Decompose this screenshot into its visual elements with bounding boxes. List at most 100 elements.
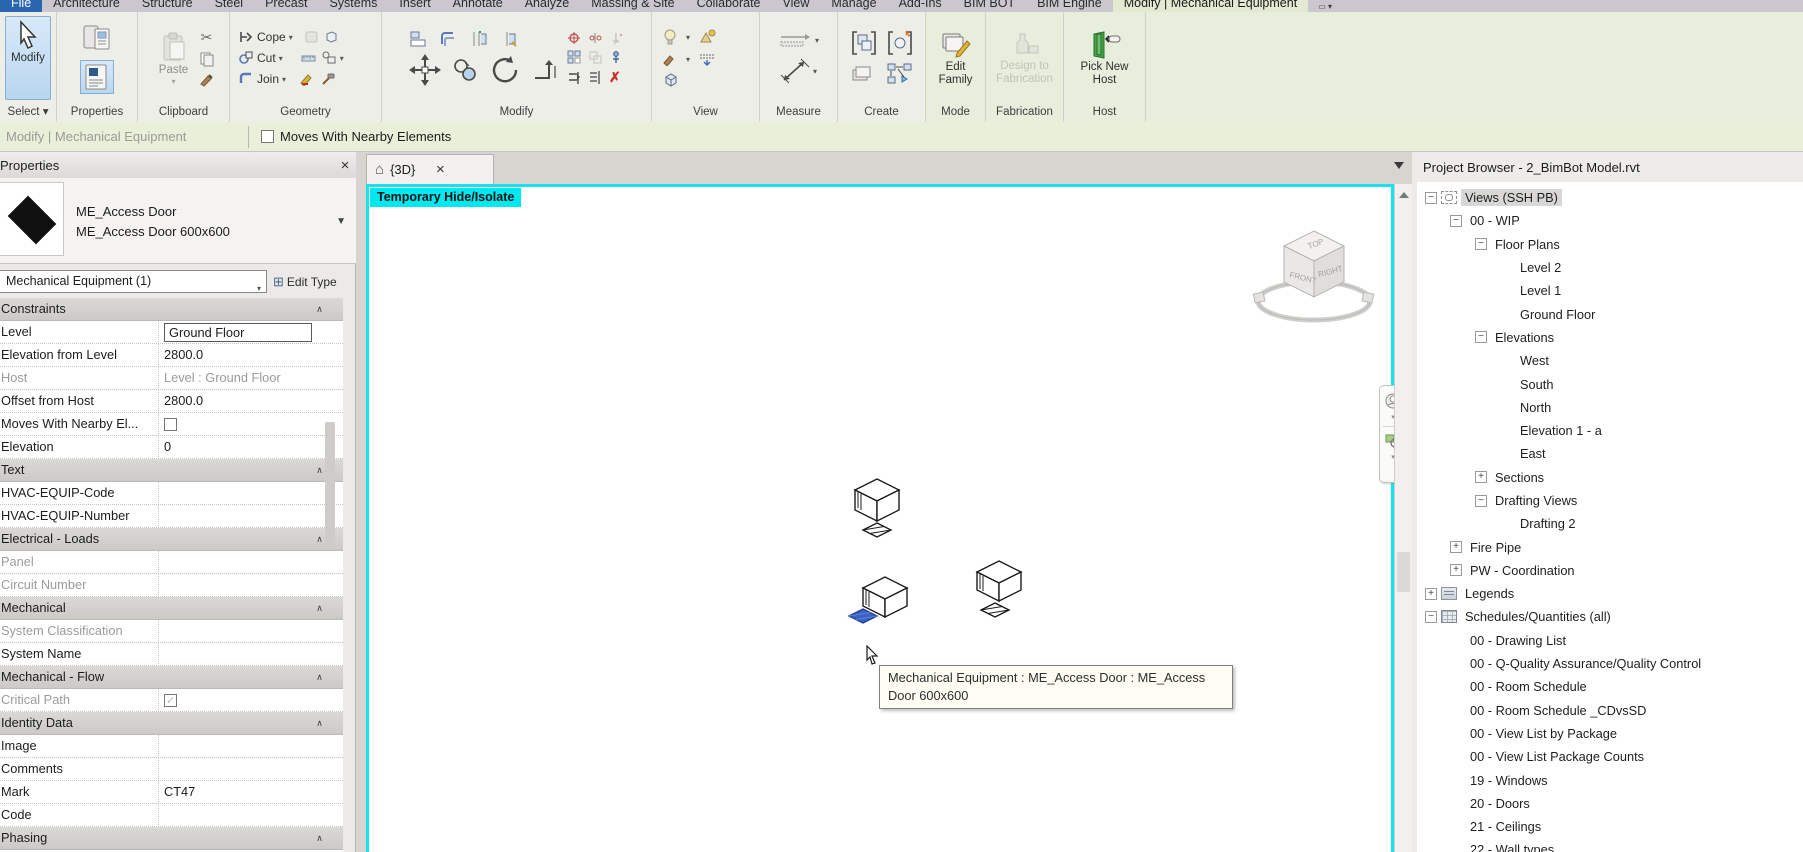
property-row[interactable]: Comments: [0, 757, 343, 781]
property-row[interactable]: System Name: [0, 642, 343, 666]
moves-with-nearby-checkbox[interactable]: [261, 130, 274, 143]
join-button[interactable]: Join: [257, 72, 279, 86]
property-row[interactable]: Identity Data ∧: [0, 712, 343, 735]
tree-item[interactable]: 00 - View List Package Counts: [1417, 745, 1803, 768]
cut-scissors-icon[interactable]: ✂: [199, 29, 215, 46]
property-row[interactable]: Level Ground Floor: [0, 320, 343, 344]
tree-item[interactable]: 00 - Room Schedule: [1417, 675, 1803, 698]
pin-icon[interactable]: [609, 50, 624, 65]
project-browser-title[interactable]: Project Browser - 2_BimBot Model.rvt: [1417, 152, 1803, 182]
viewport-3d[interactable]: Temporary Hide/Isolate TOP FRONT RIGHT ▾: [366, 184, 1407, 852]
tree-item-label[interactable]: Views (SSH PB): [1461, 189, 1562, 207]
align-icon[interactable]: [409, 30, 429, 48]
tree-item-label[interactable]: Level 1: [1516, 282, 1565, 299]
property-row[interactable]: HVAC-EQUIP-Code: [0, 481, 343, 505]
ribbon-tab[interactable]: Structure: [131, 0, 204, 12]
tree-item[interactable]: Level 1: [1417, 279, 1803, 302]
property-value[interactable]: [159, 551, 320, 574]
geometry-extra-caret[interactable]: ▾: [340, 54, 344, 63]
tree-item-label[interactable]: Drafting Views: [1491, 492, 1581, 509]
property-value[interactable]: [159, 620, 320, 643]
tree-item-label[interactable]: 00 - View List Package Counts: [1466, 748, 1648, 765]
section-collapse-chevron[interactable]: ∧: [296, 718, 343, 729]
tree-item[interactable]: + Sections: [1417, 466, 1803, 489]
tree-item-label[interactable]: 00 - View List by Package: [1466, 725, 1621, 742]
type-selector-caret[interactable]: ▼: [336, 216, 346, 227]
property-value[interactable]: 2800.0: [159, 390, 320, 413]
tree-item-label[interactable]: 00 - WIP: [1466, 212, 1524, 229]
view-tab-close-icon[interactable]: ×: [429, 161, 451, 178]
tree-item-label[interactable]: 21 - Ceilings: [1466, 818, 1545, 835]
tree-item[interactable]: 00 - Q-Quality Assurance/Quality Control: [1417, 652, 1803, 675]
override-graphics-icon[interactable]: [698, 52, 716, 66]
tree-expander-icon[interactable]: −: [1425, 610, 1437, 623]
mechanical-equipment-2[interactable]: [973, 559, 1025, 621]
tree-item-label[interactable]: PW - Coordination: [1466, 562, 1579, 579]
tree-expander-icon[interactable]: +: [1450, 564, 1462, 577]
ribbon-tab[interactable]: Precast: [254, 0, 318, 12]
tree-expander-icon[interactable]: +: [1450, 541, 1462, 554]
ribbon-tab[interactable]: View: [772, 0, 821, 12]
dimension-icon[interactable]: [780, 58, 810, 84]
tree-item[interactable]: 00 - Room Schedule _CDvsSD: [1417, 699, 1803, 722]
panel-label-modify[interactable]: Modify: [382, 104, 651, 122]
section-collapse-chevron[interactable]: ∧: [296, 304, 343, 315]
linework-brush-icon[interactable]: [662, 52, 678, 66]
cut-caret[interactable]: ▾: [279, 54, 283, 63]
section-collapse-chevron[interactable]: ∧: [296, 672, 343, 683]
tree-expander-icon[interactable]: +: [1425, 587, 1437, 600]
property-row[interactable]: Phasing ∧: [0, 827, 343, 850]
properties-palette-icon[interactable]: [81, 23, 113, 55]
tree-item[interactable]: 19 - Windows: [1417, 768, 1803, 791]
property-value[interactable]: [159, 643, 320, 666]
reveal-constraints-icon[interactable]: [698, 29, 716, 45]
tree-item[interactable]: 00 - Drawing List: [1417, 629, 1803, 652]
copy-icon[interactable]: [199, 51, 215, 67]
panel-label-mode[interactable]: Mode: [926, 104, 985, 122]
panel-label-clipboard[interactable]: Clipboard: [138, 104, 229, 122]
demolish-icon[interactable]: [321, 51, 337, 65]
modify-button[interactable]: Modify: [5, 16, 51, 100]
tree-expander-icon[interactable]: −: [1450, 214, 1462, 227]
tree-item[interactable]: East: [1417, 442, 1803, 465]
delete-icon[interactable]: ✗: [609, 69, 621, 86]
tree-item[interactable]: − Views (SSH PB): [1417, 186, 1803, 209]
edit-type-button[interactable]: ⊞ Edit Type: [273, 270, 353, 293]
create-assembly-icon[interactable]: [887, 30, 913, 56]
temporary-hide-isolate-badge[interactable]: Temporary Hide/Isolate: [370, 188, 522, 207]
pick-new-host-button[interactable]: Pick New Host: [1067, 28, 1142, 88]
array-icon[interactable]: [567, 50, 582, 65]
tree-item[interactable]: 20 - Doors: [1417, 792, 1803, 815]
linework-caret[interactable]: ▾: [686, 55, 690, 64]
split-with-gap-icon[interactable]: [588, 31, 603, 46]
properties-close-icon[interactable]: ×: [334, 157, 356, 174]
property-row[interactable]: Elevation from Level 2800.0: [0, 343, 343, 367]
property-row[interactable]: Code: [0, 803, 343, 827]
canvas-vertical-scrollbar[interactable]: [1394, 184, 1412, 852]
property-value[interactable]: CT47: [159, 781, 320, 804]
tree-item[interactable]: West: [1417, 349, 1803, 372]
property-value[interactable]: 2800.0: [159, 344, 320, 367]
tree-item[interactable]: 22 - Wall types: [1417, 838, 1803, 852]
tree-item-label[interactable]: West: [1516, 352, 1553, 369]
property-row[interactable]: Panel: [0, 550, 343, 574]
dimension-caret[interactable]: ▾: [813, 67, 817, 76]
cope-button[interactable]: Cope: [257, 30, 286, 44]
ribbon-tab[interactable]: Insert: [388, 0, 441, 12]
tab-strip-expander-icon[interactable]: [1394, 162, 1404, 169]
tree-expander-icon[interactable]: −: [1475, 331, 1487, 344]
tree-item-label[interactable]: 19 - Windows: [1466, 772, 1552, 789]
trim-multiple-icon[interactable]: [588, 70, 603, 85]
tree-item[interactable]: Ground Floor: [1417, 302, 1803, 325]
property-row[interactable]: Text ∧: [0, 459, 343, 482]
tree-item-label[interactable]: Ground Floor: [1516, 306, 1599, 323]
ribbon-tab[interactable]: File: [0, 0, 43, 12]
section-collapse-chevron[interactable]: ∧: [296, 465, 343, 476]
tree-item-label[interactable]: Floor Plans: [1491, 236, 1564, 253]
tree-item[interactable]: + Fire Pipe: [1417, 535, 1803, 558]
panel-label-fabrication[interactable]: Fabrication: [986, 104, 1063, 122]
panel-label-properties[interactable]: Properties: [57, 104, 137, 122]
property-row[interactable]: HVAC-EQUIP-Number: [0, 504, 343, 528]
hammer-icon[interactable]: [320, 72, 336, 86]
selection-box-icon[interactable]: [662, 72, 680, 88]
